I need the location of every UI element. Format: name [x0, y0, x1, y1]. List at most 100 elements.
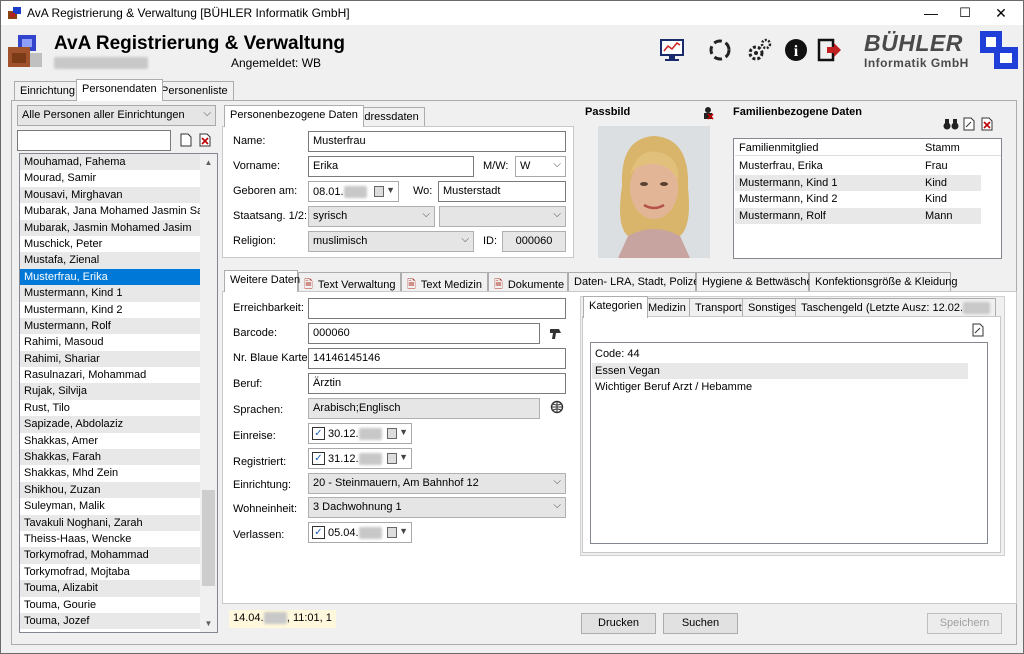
person-list-item[interactable]: Suleyman, Malik [20, 498, 200, 514]
wohneinheit-select[interactable]: 3 Dachwohnung 1 ⌵ [308, 497, 566, 518]
barcode-scanner-icon[interactable] [549, 326, 563, 340]
erreichbarkeit-field[interactable] [308, 298, 566, 319]
person-list-scrollbar[interactable]: ▲ ▼ [200, 154, 217, 632]
einreise-checkbox[interactable]: ✓ [312, 427, 325, 440]
tab-sonstiges[interactable]: Sonstiges [742, 298, 803, 318]
person-list-item[interactable]: Shakkas, Mhd Zein [20, 465, 200, 481]
tab-hygiene[interactable]: Hygiene & Bettwäsche [696, 272, 813, 292]
person-list-item[interactable]: Shakkas, Farah [20, 449, 200, 466]
person-search-input[interactable] [17, 130, 171, 151]
drucken-button[interactable]: Drucken [581, 613, 656, 634]
beruf-field[interactable]: Ärztin [308, 373, 566, 394]
calendar-icon[interactable] [387, 428, 397, 439]
registriert-picker[interactable]: ✓ 31.12.20xx ▼ [308, 448, 412, 469]
tab-einrichtung[interactable]: Einrichtung [14, 81, 82, 101]
einrichtung-select[interactable]: 20 - Steinmauern, Am Bahnhof 12 ⌵ [308, 473, 566, 494]
person-list-item[interactable]: Mourad, Samir [20, 170, 200, 186]
family-row[interactable]: Mustermann, Kind 1 Kind [735, 174, 981, 191]
barcode-field[interactable]: 000060 [308, 323, 540, 344]
tab-weitere-daten[interactable]: Weitere Daten [224, 270, 300, 292]
verlassen-checkbox[interactable]: ✓ [312, 526, 325, 539]
birthplace-field[interactable]: Musterstadt [438, 181, 566, 202]
person-list-item[interactable]: Touma, Jozef [20, 612, 200, 630]
binoculars-icon[interactable] [943, 117, 959, 131]
birthdate-picker[interactable]: 08.01.19xx ▼ [308, 181, 399, 202]
kategorie-item[interactable]: Wichtiger Beruf Arzt / Hebamme [592, 379, 968, 395]
kategorie-item[interactable]: Code: 44 [592, 346, 968, 362]
person-list-item[interactable]: Mousavi, Mirghavan [20, 186, 200, 204]
person-list-item[interactable]: Rahimi, Masoud [20, 334, 200, 350]
suchen-button[interactable]: Suchen [663, 613, 738, 634]
person-list-item[interactable]: Touma, Alizabit [20, 580, 200, 597]
blaue-karte-field[interactable]: 14146145146 [308, 348, 566, 369]
person-list-item[interactable]: Theiss-Haas, Wencke [20, 531, 200, 547]
person-list-item[interactable]: Torkymofrad, Mojtaba [20, 564, 200, 580]
person-list-item[interactable]: Rust, Tilo [20, 400, 200, 416]
tab-personenbezogene-daten[interactable]: Personenbezogene Daten [224, 105, 364, 127]
person-list-item[interactable]: Rahimi, Shariar [20, 350, 200, 368]
calendar-icon[interactable] [374, 186, 384, 197]
tab-text-medizin[interactable]: 🗎 Text Medizin [401, 272, 488, 292]
delete-photo-icon[interactable] [702, 106, 714, 120]
tab-text-verwaltung[interactable]: 🗎 Text Verwaltung [298, 272, 401, 292]
person-list-item[interactable]: Mubarak, Jana Mohamed Jasmin Sa... [20, 203, 200, 219]
speichern-button[interactable]: Speichern [927, 613, 1002, 634]
info-icon[interactable]: i [782, 36, 810, 64]
person-list-item[interactable]: Muschick, Peter [20, 236, 200, 252]
calendar-icon[interactable] [387, 453, 397, 464]
person-list-item[interactable]: Mubarak, Jasmin Mohamed Jasim [20, 219, 200, 236]
person-list-item[interactable]: Torkymofrad, Mohammad [20, 547, 200, 564]
religion-select[interactable]: muslimisch ⌵ [308, 231, 474, 252]
verlassen-picker[interactable]: ✓ 05.04.20xx ▼ [308, 522, 412, 543]
citizenship1-select[interactable]: syrisch ⌵ [308, 206, 435, 227]
monitor-chart-icon[interactable] [658, 36, 686, 64]
family-row[interactable]: Musterfrau, Erika Frau [735, 158, 981, 174]
refresh-icon[interactable] [706, 36, 734, 64]
gender-select[interactable]: W ⌵ [515, 156, 566, 177]
tab-daten-lra[interactable]: Daten- LRA, Stadt, Polizei [568, 272, 702, 292]
tab-konfektion[interactable]: Konfektionsgröße & Kleidung [809, 272, 957, 292]
edit-kategorien-icon[interactable] [972, 323, 984, 337]
person-list[interactable]: Mouhamad, Fahema Mourad, Samir Mousavi, Mi… [19, 153, 218, 633]
close-button[interactable]: ✕ [978, 1, 1024, 25]
person-list-item[interactable]: Sapizade, Abdolaziz [20, 416, 200, 433]
person-filter-select[interactable]: Alle Personen aller Einrichtungen ⌵ [17, 105, 216, 126]
tab-medizin[interactable]: Medizin [642, 298, 692, 318]
family-row[interactable]: Mustermann, Kind 2 Kind [735, 191, 981, 207]
person-list-item[interactable]: Mouhamad, Fahema [20, 154, 200, 171]
person-list-item[interactable]: Shikhou, Zuzan [20, 481, 200, 499]
tab-taschengeld[interactable]: Taschengeld (Letzte Ausz: 12.02.20xx) [795, 298, 996, 318]
globe-icon[interactable] [550, 400, 564, 414]
tab-personenliste[interactable]: Personenliste [155, 81, 234, 101]
person-list-item[interactable]: Touma, Gourie [20, 597, 200, 613]
scroll-down-icon[interactable]: ▼ [200, 615, 217, 632]
new-person-icon[interactable] [180, 133, 192, 147]
scrollbar-thumb[interactable] [202, 490, 215, 586]
delete-person-icon[interactable] [199, 133, 211, 147]
person-list-item[interactable]: Rasulnazari, Mohammad [20, 367, 200, 383]
tab-kategorien[interactable]: Kategorien [583, 296, 649, 318]
family-row[interactable]: Mustermann, Rolf Mann [735, 207, 981, 224]
person-list-item[interactable]: Mustermann, Kind 2 [20, 302, 200, 318]
scroll-up-icon[interactable]: ▲ [200, 154, 217, 171]
person-list-item[interactable]: Mustermann, Kind 1 [20, 285, 200, 302]
person-list-item[interactable]: Mustafa, Zienal [20, 252, 200, 269]
delete-family-icon[interactable] [981, 117, 993, 131]
person-list-item[interactable]: Tavakuli Noghani, Zarah [20, 514, 200, 531]
edit-family-icon[interactable] [963, 117, 975, 131]
tab-dokumente[interactable]: 🗎 Dokumente [488, 272, 568, 292]
registriert-checkbox[interactable]: ✓ [312, 452, 325, 465]
settings-gears-icon[interactable] [746, 36, 774, 64]
person-list-item[interactable]: Rujak, Silvija [20, 383, 200, 400]
person-list-item[interactable]: Mustermann, Rolf [20, 317, 200, 335]
logout-icon[interactable] [816, 36, 844, 64]
tab-personendaten[interactable]: Personendaten [76, 79, 163, 101]
calendar-icon[interactable] [387, 527, 397, 538]
citizenship2-select[interactable]: ⌵ [439, 206, 566, 227]
name-field[interactable]: Musterfrau [308, 131, 566, 152]
tab-transport[interactable]: Transport [689, 298, 748, 318]
person-list-item[interactable]: Shakkas, Amer [20, 433, 200, 449]
kategorie-item[interactable]: Essen Vegan [592, 362, 968, 379]
vorname-field[interactable]: Erika [308, 156, 474, 177]
person-list-item[interactable]: Musterfrau, Erika [20, 268, 200, 286]
